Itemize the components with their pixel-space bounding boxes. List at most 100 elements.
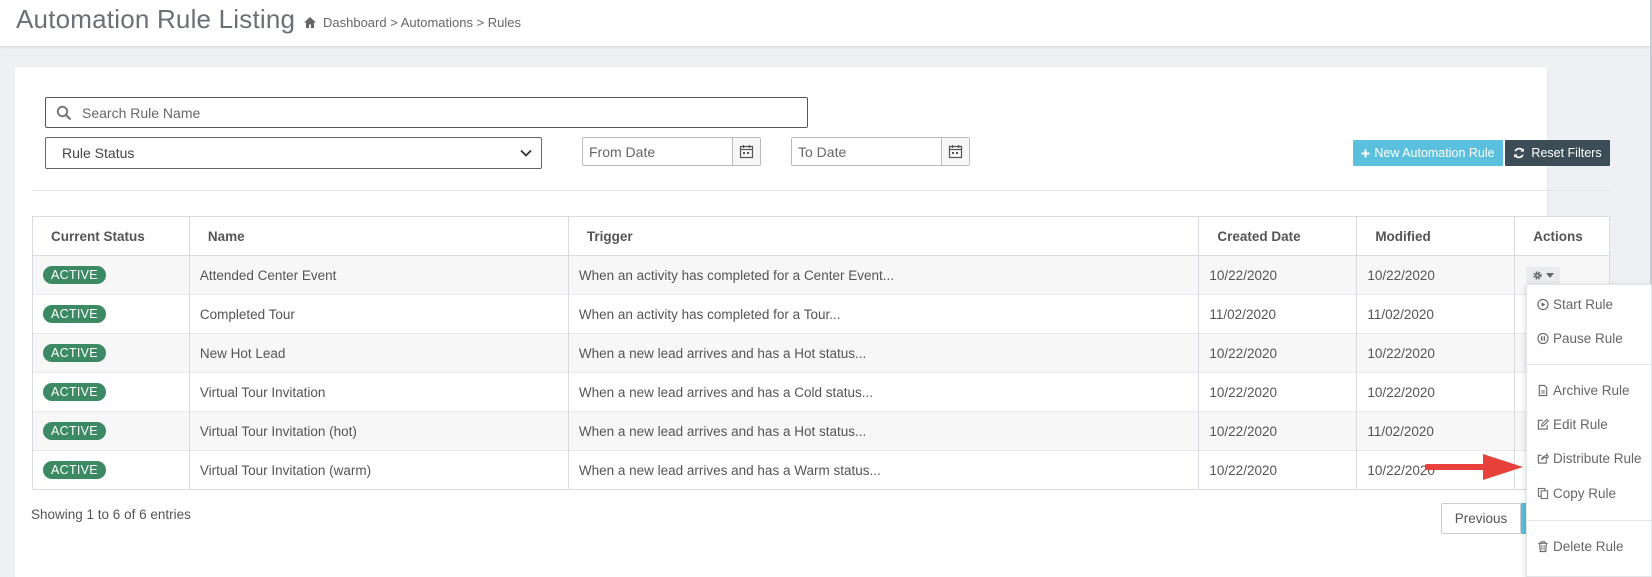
status-badge: ACTIVE [43, 422, 106, 440]
menu-divider [1527, 364, 1651, 365]
column-header-modified[interactable]: Modified [1356, 216, 1516, 256]
breadcrumb: Dashboard > Automations > Rules [303, 15, 521, 30]
rule-name: Attended Center Event [188, 255, 569, 295]
rule-trigger: When a new lead arrives and has a Cold s… [567, 372, 1200, 412]
top-bar: Automation Rule Listing Dashboard > Auto… [0, 0, 1650, 47]
rule-name: Completed Tour [188, 294, 569, 334]
edit-rule-label: Edit Rule [1553, 417, 1608, 432]
new-automation-rule-button[interactable]: New Automation Rule [1353, 140, 1503, 166]
status-badge: ACTIVE [43, 305, 106, 323]
entries-info: Showing 1 to 6 of 6 entries [31, 507, 191, 522]
rule-trigger: When an activity has completed for a Tou… [567, 294, 1200, 334]
divider [32, 190, 1610, 191]
rule-name: Virtual Tour Invitation (warm) [188, 450, 569, 490]
start-rule-item[interactable]: Start Rule [1537, 297, 1613, 312]
to-date-placeholder: To Date [798, 143, 847, 160]
archive-icon [1538, 384, 1548, 397]
actions-dropdown-button[interactable] [1526, 266, 1561, 284]
modified-date: 10/22/2020 [1356, 255, 1516, 295]
status-badge: ACTIVE [43, 266, 106, 284]
actions-dropdown-menu: Start Rule Pause Rule Archive Rule Edit … [1526, 284, 1652, 577]
search-text-field[interactable] [80, 103, 784, 122]
modified-date: 10/22/2020 [1356, 333, 1516, 373]
start-rule-label: Start Rule [1553, 297, 1614, 312]
pause-circle-icon [1537, 332, 1549, 345]
copy-rule-label: Copy Rule [1553, 486, 1617, 501]
status-badge: ACTIVE [43, 461, 106, 479]
reset-filters-button[interactable]: Reset Filters [1505, 140, 1610, 166]
created-date: 10/22/2020 [1198, 372, 1358, 412]
delete-rule-label: Delete Rule [1553, 539, 1624, 554]
rule-status-select[interactable]: Rule Status [45, 137, 542, 169]
table-row: ACTIVE Virtual Tour Invitation When a ne… [32, 372, 1610, 412]
calendar-icon [739, 145, 754, 159]
play-circle-icon [1537, 298, 1549, 311]
refresh-icon [1514, 147, 1525, 159]
status-cell: ACTIVE [32, 294, 190, 334]
distribute-rule-label: Distribute Rule [1553, 451, 1642, 466]
created-date: 10/22/2020 [1198, 333, 1358, 373]
rule-trigger: When a new lead arrives and has a Hot st… [567, 411, 1200, 451]
status-cell: ACTIVE [32, 411, 190, 451]
status-badge: ACTIVE [43, 383, 106, 401]
calendar-icon [948, 145, 963, 159]
modified-date: 10/22/2020 [1356, 372, 1516, 412]
rule-name: New Hot Lead [188, 333, 569, 373]
menu-divider [1527, 520, 1651, 521]
trash-icon [1538, 541, 1548, 553]
table-row: ACTIVE Virtual Tour Invitation (warm) Wh… [32, 450, 1610, 490]
status-cell: ACTIVE [32, 450, 190, 490]
table-header-row: Current Status Name Trigger Created Date… [32, 216, 1610, 256]
rule-name: Virtual Tour Invitation (hot) [188, 411, 569, 451]
from-date-placeholder: From Date [589, 143, 656, 160]
column-header-created-date[interactable]: Created Date [1198, 216, 1358, 256]
edit-icon [1537, 418, 1549, 430]
column-header-current-status[interactable]: Current Status [32, 216, 190, 256]
created-date: 10/22/2020 [1198, 411, 1358, 451]
table-row: ACTIVE Virtual Tour Invitation (hot) Whe… [32, 411, 1610, 451]
search-input[interactable] [45, 97, 808, 128]
archive-rule-item[interactable]: Archive Rule [1537, 383, 1630, 398]
plus-icon [1361, 149, 1370, 157]
pause-rule-item[interactable]: Pause Rule [1537, 331, 1623, 346]
status-badge: ACTIVE [43, 344, 106, 362]
gear-icon [1533, 270, 1542, 280]
created-date: 10/22/2020 [1198, 450, 1358, 490]
share-icon [1537, 452, 1549, 464]
delete-rule-item[interactable]: Delete Rule [1537, 539, 1624, 554]
reset-filters-label: Reset Filters [1531, 146, 1602, 160]
from-date-field[interactable]: From Date [582, 137, 761, 166]
from-date-calendar-button[interactable] [732, 138, 760, 165]
table-row: ACTIVE Completed Tour When an activity h… [32, 294, 1610, 334]
status-cell: ACTIVE [32, 372, 190, 412]
rule-trigger: When an activity has completed for a Cen… [567, 255, 1200, 295]
breadcrumb-path[interactable]: Dashboard > Automations > Rules [323, 15, 521, 30]
column-header-name[interactable]: Name [188, 216, 569, 256]
table-row: ACTIVE Attended Center Event When an act… [32, 255, 1610, 295]
previous-page-button[interactable]: Previous [1441, 503, 1521, 534]
status-cell: ACTIVE [32, 255, 190, 295]
column-header-actions: Actions [1514, 216, 1610, 256]
rule-status-value: Rule Status [62, 145, 135, 161]
new-automation-rule-label: New Automation Rule [1374, 146, 1495, 160]
caret-down-icon [1546, 272, 1555, 278]
column-header-trigger[interactable]: Trigger [567, 216, 1200, 256]
status-cell: ACTIVE [32, 333, 190, 373]
created-date: 10/22/2020 [1198, 255, 1358, 295]
search-icon [56, 105, 72, 120]
created-date: 11/02/2020 [1198, 294, 1358, 334]
table-row: ACTIVE New Hot Lead When a new lead arri… [32, 333, 1610, 373]
rule-trigger: When a new lead arrives and has a Hot st… [567, 333, 1200, 373]
distribute-rule-item[interactable]: Distribute Rule [1537, 451, 1642, 466]
page-title: Automation Rule Listing [16, 4, 296, 34]
annotation-arrow [1425, 454, 1523, 480]
pause-rule-label: Pause Rule [1553, 331, 1623, 346]
modified-date: 11/02/2020 [1356, 411, 1516, 451]
to-date-calendar-button[interactable] [941, 138, 969, 165]
home-icon [304, 17, 316, 28]
to-date-field[interactable]: To Date [791, 137, 970, 166]
rule-trigger: When a new lead arrives and has a Warm s… [567, 450, 1200, 490]
rule-name: Virtual Tour Invitation [188, 372, 569, 412]
edit-rule-item[interactable]: Edit Rule [1537, 417, 1608, 432]
copy-rule-item[interactable]: Copy Rule [1537, 486, 1616, 501]
